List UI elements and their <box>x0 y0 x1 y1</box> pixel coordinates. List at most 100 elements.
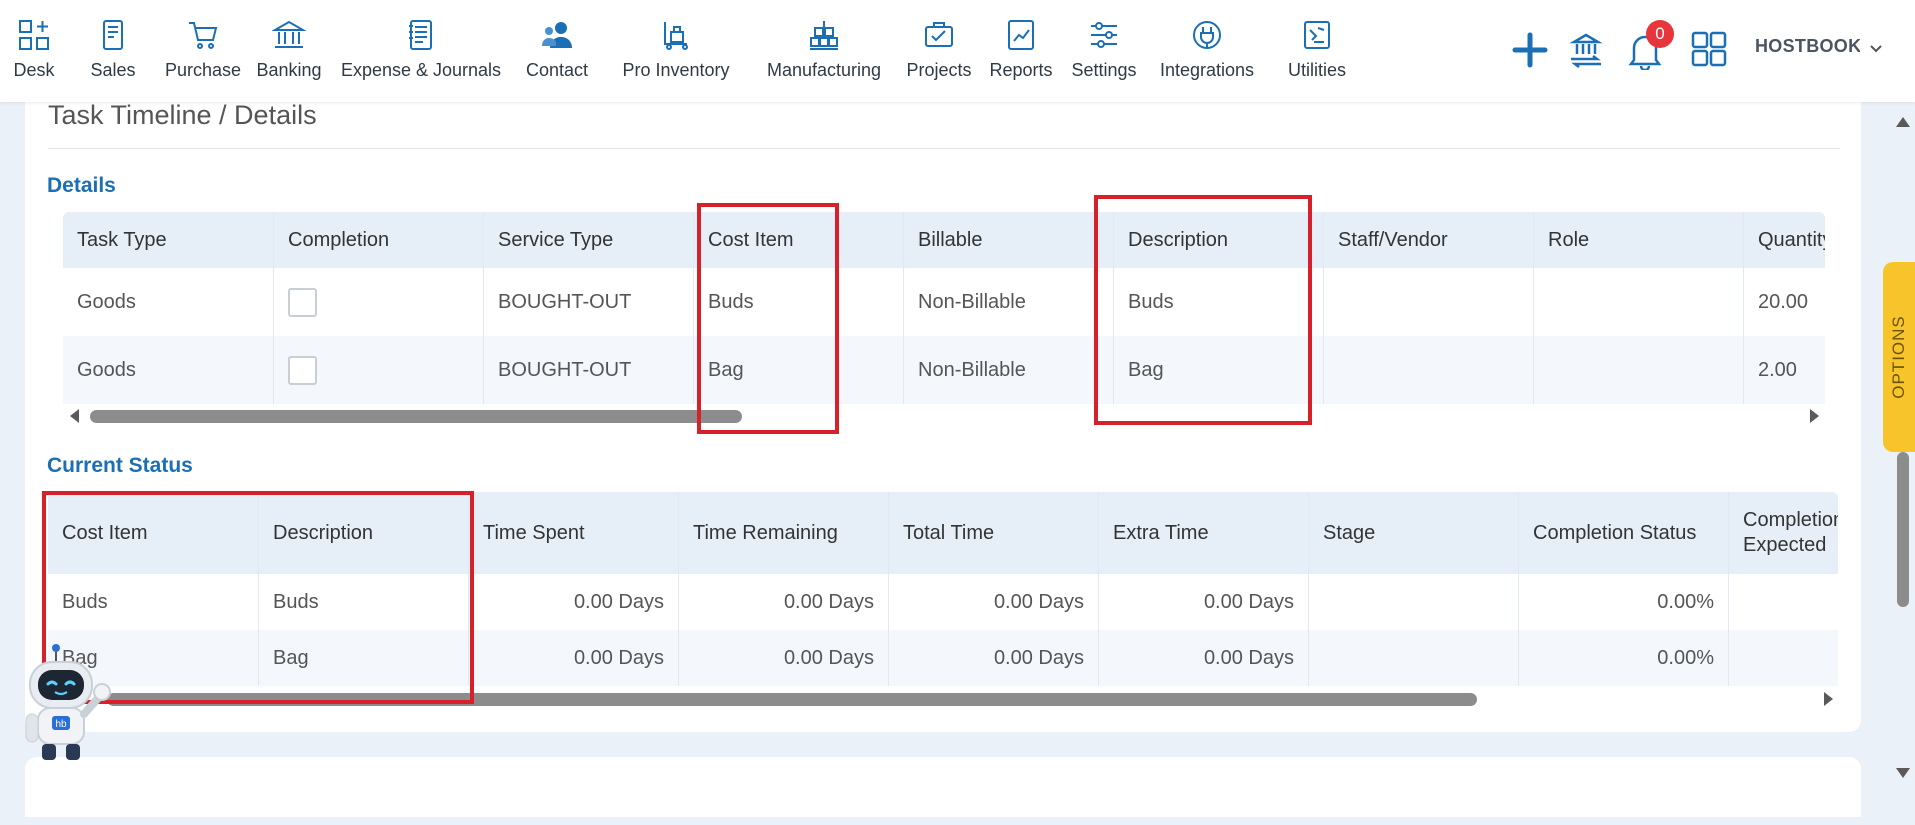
sales-icon <box>103 20 123 50</box>
column-header[interactable]: Total Time <box>888 492 1098 574</box>
nav-pro-inventory[interactable]: Pro Inventory <box>602 0 750 81</box>
main-menu: Desk Sales Purchase Banking Expense & Jo… <box>0 0 1366 102</box>
options-label: OPTIONS <box>1889 315 1908 399</box>
projects-icon <box>925 22 953 47</box>
table-row[interactable]: Goods BOUGHT-OUT Buds Non-Billable Buds … <box>63 268 1825 336</box>
time-spent-cell: 0.00 Days <box>468 630 678 686</box>
current-status-table: Cost Item Description Time Spent Time Re… <box>48 492 1838 686</box>
apps-grid-icon[interactable] <box>1690 30 1728 68</box>
scroll-right-arrow[interactable] <box>1824 692 1833 706</box>
scroll-down-arrow[interactable] <box>1896 768 1910 778</box>
nav-label: Integrations <box>1159 60 1255 80</box>
scrollbar-thumb[interactable] <box>90 410 742 423</box>
extra-time-cell: 0.00 Days <box>1098 574 1308 630</box>
time-remaining-cell: 0.00 Days <box>678 574 888 630</box>
column-header[interactable]: Description <box>258 492 468 574</box>
manufacturing-icon <box>810 21 838 50</box>
journal-icon <box>409 20 432 50</box>
nav-purchase[interactable]: Purchase <box>158 0 248 81</box>
inventory-icon <box>664 22 688 50</box>
nav-label: Pro Inventory <box>622 60 730 80</box>
notification-count-badge: 0 <box>1646 20 1674 48</box>
column-header[interactable]: Completion Expected <box>1728 492 1838 574</box>
column-header[interactable]: Service Type <box>483 212 693 268</box>
nav-label: Sales <box>90 60 136 80</box>
nav-label: Projects <box>906 60 972 80</box>
nav-settings[interactable]: Settings <box>1062 0 1146 81</box>
table-row[interactable]: Buds Buds 0.00 Days 0.00 Days 0.00 Days … <box>48 574 1838 630</box>
cost-item-cell: Buds <box>693 268 903 336</box>
column-header[interactable]: Billable <box>903 212 1113 268</box>
scroll-left-arrow[interactable] <box>70 409 79 423</box>
status-horizontal-scrollbar[interactable] <box>52 692 1837 706</box>
status-table-header: Cost Item Description Time Spent Time Re… <box>48 492 1838 574</box>
add-new-icon[interactable] <box>1512 32 1548 68</box>
nav-label: Banking <box>256 60 322 80</box>
scrollbar-thumb[interactable] <box>1897 452 1909 607</box>
reports-icon <box>1008 20 1034 50</box>
company-name[interactable]: HOSTBOOKS <box>1755 36 1860 57</box>
quantity-cell: 20.00 <box>1743 268 1825 336</box>
staff-vendor-cell <box>1323 336 1533 404</box>
completion-expected-cell <box>1728 630 1838 686</box>
scroll-right-arrow[interactable] <box>1810 409 1819 423</box>
assistant-robot-icon[interactable]: hb <box>22 640 118 764</box>
task-type-cell: Goods <box>77 290 136 313</box>
table-row[interactable]: Goods BOUGHT-OUT Bag Non-Billable Bag 2.… <box>63 336 1825 404</box>
nav-label: Reports <box>989 60 1053 80</box>
column-header[interactable]: Completion Status <box>1518 492 1728 574</box>
column-header[interactable]: Stage <box>1308 492 1518 574</box>
column-header[interactable]: Extra Time <box>1098 492 1308 574</box>
column-header[interactable]: Task Type <box>63 212 273 268</box>
scroll-up-arrow[interactable] <box>1896 117 1910 127</box>
assistant-badge: hb <box>55 719 67 730</box>
nav-reports[interactable]: Reports <box>980 0 1062 81</box>
nav-utilities[interactable]: Utilities <box>1268 0 1366 81</box>
nav-label: Manufacturing <box>766 60 882 80</box>
options-tab[interactable]: OPTIONS <box>1883 262 1915 452</box>
nav-manufacturing[interactable]: Manufacturing <box>750 0 898 81</box>
nav-sales[interactable]: Sales <box>68 0 158 81</box>
desk-icon <box>19 20 49 50</box>
column-header[interactable]: Time Spent <box>468 492 678 574</box>
nav-banking[interactable]: Banking <box>248 0 330 81</box>
column-header[interactable]: Completion <box>273 212 483 268</box>
details-section-title: Details <box>47 174 116 197</box>
column-header[interactable]: Cost Item <box>48 492 258 574</box>
column-header[interactable]: Cost Item <box>693 212 903 268</box>
description-cell: Buds <box>1113 268 1323 336</box>
staff-vendor-cell <box>1323 268 1533 336</box>
completion-checkbox[interactable] <box>288 355 317 385</box>
nav-integrations[interactable]: Integrations <box>1146 0 1268 81</box>
bank-transfer-icon[interactable] <box>1568 30 1604 68</box>
nav-projects[interactable]: Projects <box>898 0 980 81</box>
nav-contact[interactable]: Contact <box>512 0 602 81</box>
nav-label: Expense & Journals <box>340 60 502 80</box>
column-header[interactable]: Description <box>1113 212 1323 268</box>
column-header[interactable]: Quantity <box>1743 212 1825 268</box>
billable-cell: Non-Billable <box>903 268 1113 336</box>
description-cell: Bag <box>258 630 468 686</box>
table-row[interactable]: Bag Bag 0.00 Days 0.00 Days 0.00 Days 0.… <box>48 630 1838 686</box>
completion-expected-cell <box>1728 574 1838 630</box>
details-horizontal-scrollbar[interactable] <box>68 409 1822 423</box>
stage-cell <box>1308 630 1518 686</box>
current-status-section-title: Current Status <box>47 454 193 477</box>
details-table: Task Type Completion Service Type Cost I… <box>63 212 1825 404</box>
scrollbar-thumb[interactable] <box>107 693 1477 706</box>
column-header[interactable]: Time Remaining <box>678 492 888 574</box>
cost-item-cell: Bag <box>693 336 903 404</box>
column-header[interactable]: Staff/Vendor <box>1323 212 1533 268</box>
completion-checkbox[interactable] <box>288 287 317 317</box>
column-header[interactable]: Role <box>1533 212 1743 268</box>
nav-expense-journals[interactable]: Expense & Journals <box>330 0 512 81</box>
billable-cell: Non-Billable <box>903 336 1113 404</box>
total-time-cell: 0.00 Days <box>888 574 1098 630</box>
title-divider <box>48 148 1840 149</box>
utilities-icon <box>1304 21 1330 49</box>
nav-desk[interactable]: Desk <box>0 0 68 81</box>
chevron-down-icon[interactable] <box>1866 38 1886 58</box>
nav-label: Utilities <box>1287 60 1346 80</box>
time-spent-cell: 0.00 Days <box>468 574 678 630</box>
next-card <box>25 757 1861 817</box>
